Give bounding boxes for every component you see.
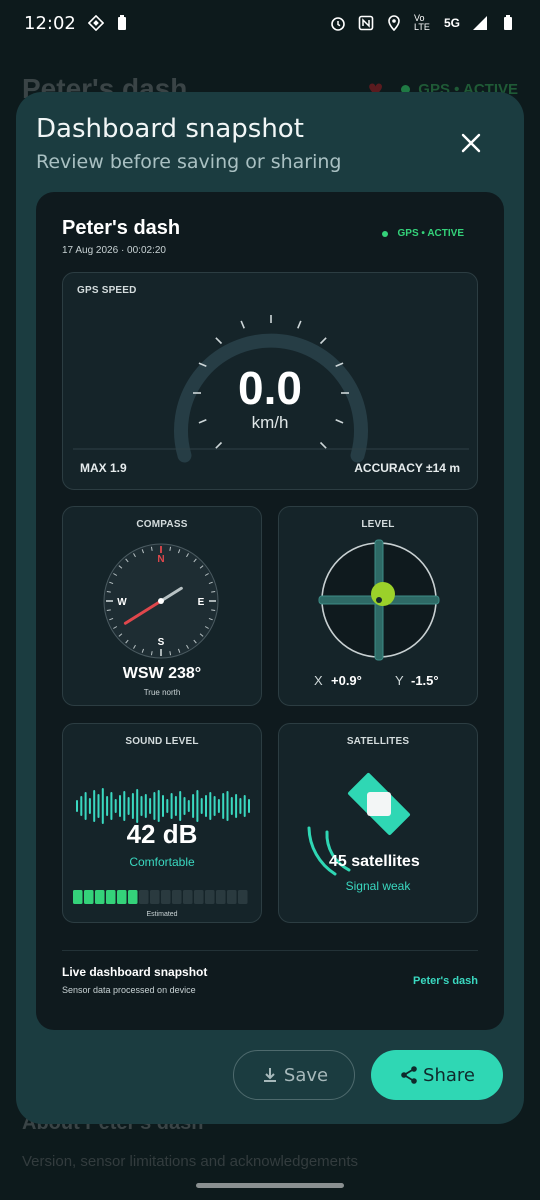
level-y-value: -1.5° (411, 673, 439, 688)
sound-value: 42 dB (126, 819, 198, 849)
signal-icon (472, 15, 488, 31)
compass-tick (150, 546, 153, 551)
download-icon (260, 1065, 280, 1085)
sheet-title: Dashboard snapshot (36, 114, 304, 144)
footer-brand: Peter's dash (413, 975, 478, 987)
sound-level-segment (128, 890, 138, 904)
sound-level-segment (216, 890, 226, 904)
share-label: Share (423, 1064, 475, 1086)
satellite-icon (307, 773, 410, 876)
sound-level-segment (238, 890, 248, 904)
battery-saver-icon (114, 15, 130, 31)
speed-label: GPS SPEED (77, 285, 137, 296)
compass-tick (106, 609, 111, 612)
speed-value: 0.0 (238, 362, 302, 414)
sound-level-segment (117, 890, 127, 904)
level-x-label: X (314, 673, 323, 688)
compass-tick (150, 651, 153, 656)
gps-speed-panel: GPS SPEED 0.0 km/h MAX 1.9 ACCURACY ±14 … (62, 272, 478, 490)
satellite-count: 45 satellites (329, 853, 420, 870)
volte-indicator: Vo LTE (413, 13, 430, 32)
satellites-panel: SATELLITES 45 satellites Signal weak (278, 723, 478, 923)
level-bubble-icon (371, 582, 395, 606)
sound-level-segment (161, 890, 171, 904)
compass-heading: WSW 238° (122, 665, 202, 682)
speed-tick (240, 320, 245, 329)
max-speed: MAX 1.9 (80, 461, 127, 475)
level-x-value: +0.9° (331, 673, 362, 688)
location-icon (386, 15, 402, 31)
snapshot-card: Peter's dash 17 Aug 2026 · 00:02:20 GPS … (36, 192, 504, 1030)
sound-level-segment (73, 890, 83, 904)
share-icon (399, 1065, 419, 1085)
speed-tick (319, 337, 327, 345)
sound-level-segment (172, 890, 182, 904)
satellite-status: Signal weak (345, 879, 411, 893)
sound-level-segment (183, 890, 193, 904)
gps-accuracy: ACCURACY ±14 m (354, 461, 460, 475)
sound-status: Comfortable (129, 855, 195, 869)
bubble-level (318, 539, 440, 661)
battery-icon (500, 15, 516, 31)
card-divider (62, 950, 478, 951)
sound-level-segment (139, 890, 149, 904)
compass-east: E (198, 597, 205, 608)
about-subtitle: Version, sensor limitations and acknowle… (22, 1153, 359, 1170)
sound-level-segment (150, 890, 160, 904)
sound-level-segment (205, 890, 215, 904)
card-date: 17 Aug 2026 · 00:02:20 (62, 245, 166, 256)
share-button[interactable]: Share (371, 1050, 503, 1100)
compass-tick (169, 546, 172, 551)
sound-level-panel: SOUND LEVEL 42 dB Comfortable Estimated (62, 723, 262, 923)
sound-level-segment (95, 890, 105, 904)
compass-tick (211, 590, 216, 593)
level-panel: LEVEL X +0.9° Y -1.5° (278, 506, 478, 706)
card-title: Peter's dash (62, 217, 181, 239)
compass-tick (169, 651, 172, 656)
home-indicator[interactable] (196, 1183, 344, 1188)
sheet-subtitle: Review before saving or sharing (36, 151, 342, 173)
snapshot-sheet: Dashboard snapshot Review before saving … (16, 92, 524, 1124)
sound-level-segment (84, 890, 94, 904)
speed-tick (215, 441, 223, 449)
gps-status-badge: GPS • ACTIVE (381, 228, 464, 239)
sound-level-segment (227, 890, 237, 904)
speed-tick (215, 337, 223, 345)
close-button[interactable] (456, 128, 486, 158)
compass-panel: COMPASS N E S W WSW 238° True north (62, 506, 262, 706)
compass-north: N (157, 554, 164, 565)
footer-subtitle: Sensor data processed on device (62, 985, 196, 995)
speed-tick (319, 441, 327, 449)
compass-tick (106, 590, 111, 593)
status-dot-icon (381, 230, 388, 237)
sound-estimated-note: Estimated (146, 911, 178, 918)
compass-west: W (117, 597, 127, 608)
compass-south: S (158, 637, 165, 648)
speed-unit: km/h (251, 413, 289, 432)
status-bar: 12:02 Vo LTE 5G (0, 0, 540, 46)
sound-level-segment (106, 890, 116, 904)
alarm-icon (330, 15, 346, 31)
speed-tick (297, 320, 302, 329)
level-y-label: Y (395, 673, 404, 688)
footer-title: Live dashboard snapshot (62, 965, 208, 979)
save-label: Save (283, 1064, 329, 1086)
compass-hub (158, 598, 164, 604)
status-time: 12:02 (24, 12, 76, 34)
compass-tick (211, 609, 216, 612)
sound-level-segment (194, 890, 204, 904)
save-button[interactable]: Save (233, 1050, 355, 1100)
nfc-icon (358, 15, 374, 31)
close-icon (461, 133, 481, 153)
app-notification-icon (87, 15, 104, 31)
network-type: 5G (443, 16, 460, 30)
compass-reference: True north (143, 688, 181, 697)
